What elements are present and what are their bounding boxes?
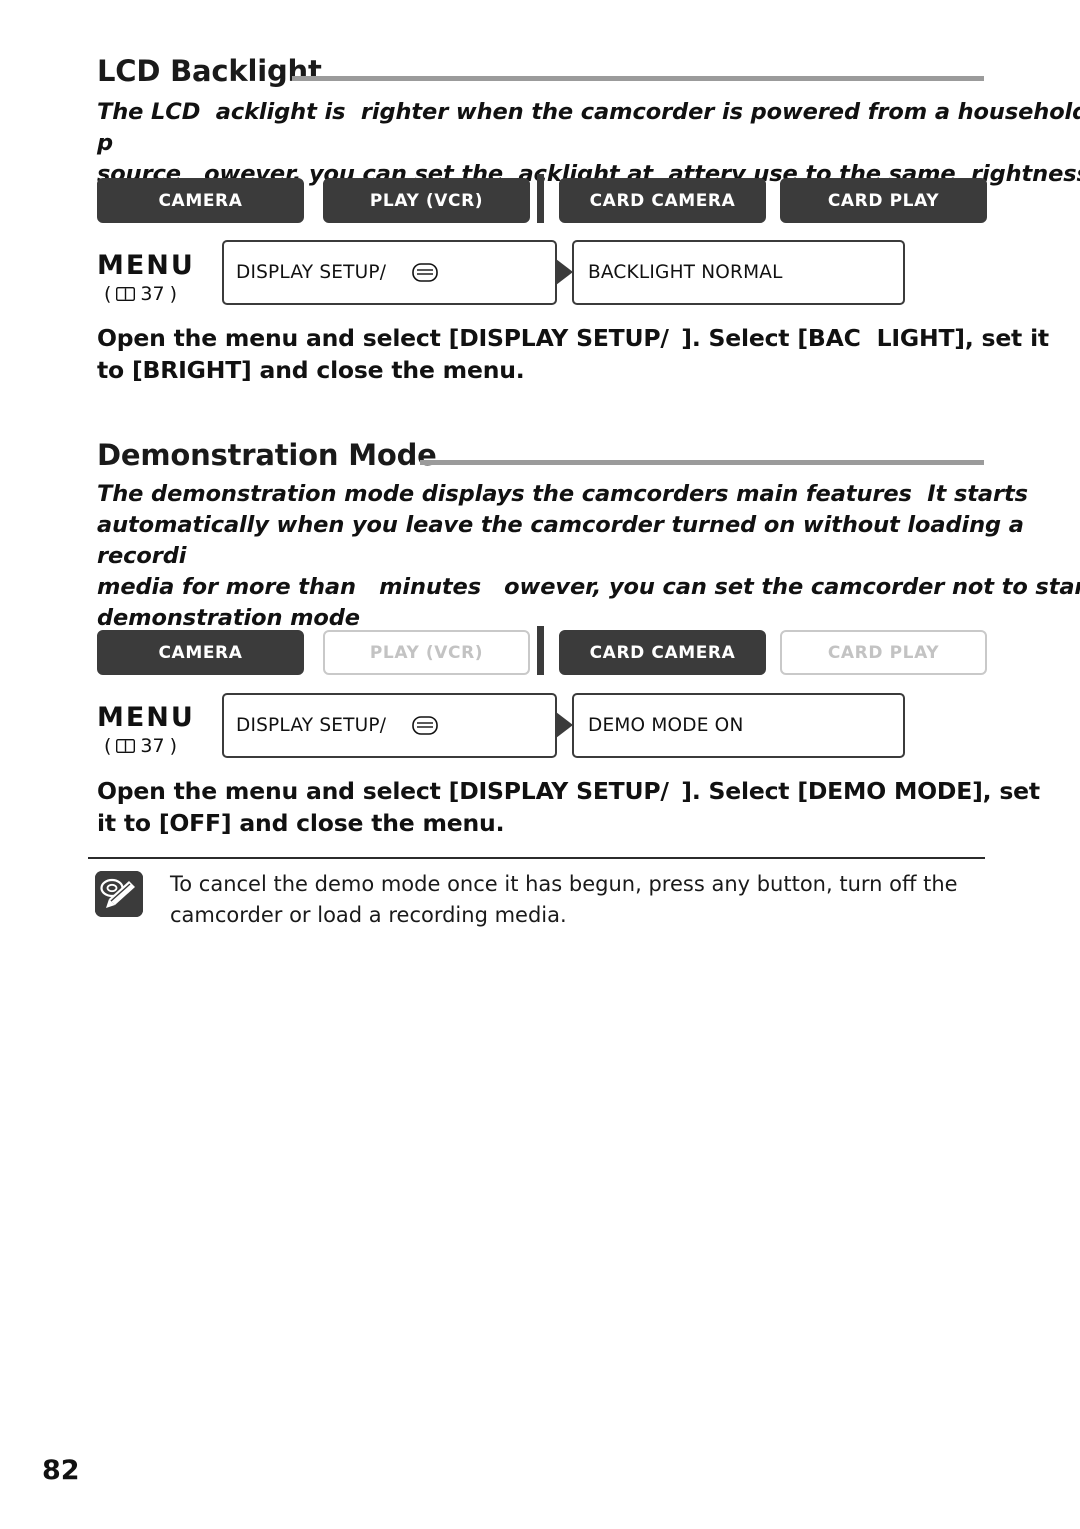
mode-pill-card-play[interactable]: CARD PLAY <box>780 178 987 223</box>
menu-page-ref-2: ( 37 ) <box>104 735 177 757</box>
instruction-lcd-backlight: Open the menu and select [DISPLAY SETUP/… <box>97 324 1049 384</box>
menu-page-number: 37 <box>140 283 165 305</box>
menu-page-ref-1: ( 37 ) <box>104 283 177 305</box>
menu-box-label: DISPLAY SETUP/ <box>236 262 387 283</box>
flow-arrow-2 <box>556 712 573 738</box>
paren-close: ) <box>169 283 178 305</box>
mode-bar-lcd-backlight: CAMERA PLAY (VCR) CARD CAMERA CARD PLAY <box>97 174 987 223</box>
menu-label-2: MENU <box>97 702 195 733</box>
mode-pill-card-camera[interactable]: CARD CAMERA <box>559 630 766 675</box>
menu-box-backlight[interactable]: BACKLIGHT NORMAL <box>572 240 905 305</box>
book-icon <box>116 287 136 301</box>
menu-box-label: BACKLIGHT NORMAL <box>588 262 783 283</box>
mode-pill-camera[interactable]: CAMERA <box>97 630 304 675</box>
tv-screen-icon <box>412 263 439 282</box>
mode-pill-play-vcr[interactable]: PLAY (VCR) <box>323 630 530 675</box>
paren-close: ) <box>169 735 178 757</box>
note-divider <box>88 857 985 859</box>
menu-box-label: DISPLAY SETUP/ <box>236 715 387 736</box>
mode-pill-camera[interactable]: CAMERA <box>97 178 304 223</box>
intro-paragraph-demonstration-mode: The demonstration mode displays the camc… <box>97 481 1080 631</box>
menu-label-1: MENU <box>97 250 195 281</box>
heading-rule <box>292 76 984 81</box>
mode-pill-label: CARD PLAY <box>827 642 940 663</box>
mode-pill-play-vcr[interactable]: PLAY (VCR) <box>323 178 530 223</box>
mode-pill-label: PLAY (VCR) <box>369 190 484 211</box>
section-heading-demonstration-mode: Demonstration Mode <box>97 438 437 472</box>
paren-open: ( <box>104 283 112 305</box>
menu-box-demo-mode[interactable]: DEMO MODE ON <box>572 693 905 758</box>
book-icon <box>116 739 136 753</box>
heading-rule <box>420 460 984 465</box>
section-heading-lcd-backlight: LCD Backlight <box>97 54 322 88</box>
mode-divider <box>537 174 544 223</box>
flow-arrow-1 <box>556 259 573 285</box>
menu-page-number: 37 <box>140 735 165 757</box>
mode-pill-label: CAMERA <box>158 642 243 663</box>
intro-paragraph-lcd-backlight: The LCD acklight is righter when the cam… <box>97 99 1080 187</box>
page-number: 82 <box>42 1455 80 1486</box>
note-text: To cancel the demo mode once it has begu… <box>170 872 958 927</box>
instruction-demonstration-mode: Open the menu and select [DISPLAY SETUP/… <box>97 777 1040 837</box>
mode-divider <box>537 626 544 675</box>
mode-bar-demonstration-mode: CAMERA PLAY (VCR) CARD CAMERA CARD PLAY <box>97 626 987 675</box>
note-pencil-icon <box>95 871 143 917</box>
mode-pill-label: PLAY (VCR) <box>369 642 484 663</box>
mode-pill-label: CARD CAMERA <box>589 190 736 211</box>
tv-screen-icon <box>412 716 439 735</box>
mode-pill-card-play[interactable]: CARD PLAY <box>780 630 987 675</box>
menu-box-display-setup-1[interactable]: DISPLAY SETUP/ <box>222 240 557 305</box>
manual-page: LCD Backlight The LCD acklight is righte… <box>0 0 1080 1529</box>
mode-pill-card-camera[interactable]: CARD CAMERA <box>559 178 766 223</box>
mode-pill-label: CAMERA <box>158 190 243 211</box>
menu-box-label: DEMO MODE ON <box>588 715 744 736</box>
mode-pill-label: CARD PLAY <box>827 190 940 211</box>
mode-pill-label: CARD CAMERA <box>589 642 736 663</box>
paren-open: ( <box>104 735 112 757</box>
menu-box-display-setup-2[interactable]: DISPLAY SETUP/ <box>222 693 557 758</box>
